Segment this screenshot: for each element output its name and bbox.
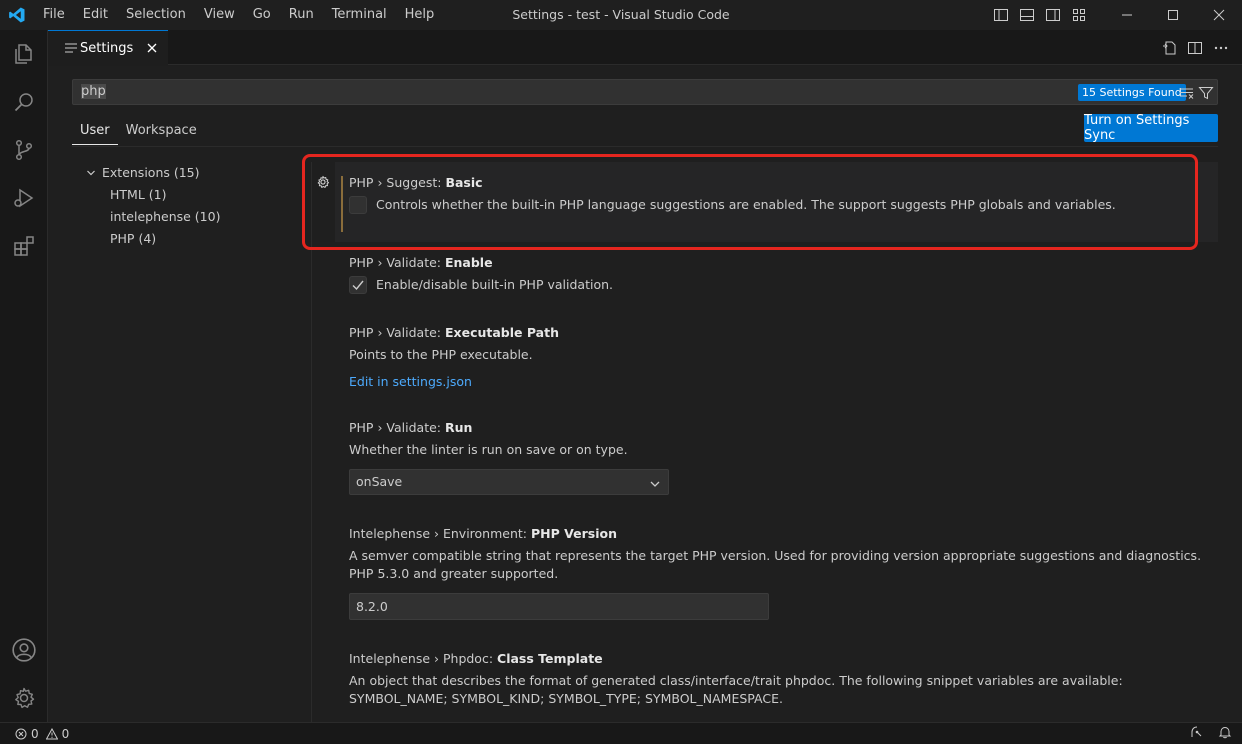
setting-description: Controls whether the built-in PHP langua… — [376, 197, 1116, 212]
notifications-bell-icon[interactable] — [1218, 725, 1232, 739]
error-icon — [14, 727, 28, 741]
filter-icon[interactable] — [1196, 83, 1216, 103]
menu-file[interactable]: File — [34, 0, 74, 30]
toggle-primary-sidebar-icon[interactable] — [988, 0, 1014, 30]
more-actions-icon[interactable] — [1210, 37, 1232, 59]
toggle-secondary-sidebar-icon[interactable] — [1040, 0, 1066, 30]
setting-title: Intelephense › Phpdoc: Class Template — [349, 651, 603, 666]
split-editor-icon[interactable] — [1184, 37, 1206, 59]
open-settings-json-icon[interactable] — [1158, 37, 1180, 59]
close-window-button[interactable] — [1196, 0, 1242, 30]
settings-toc: Extensions (15) HTML (1) intelephense (1… — [72, 162, 302, 250]
accounts-icon[interactable] — [0, 626, 48, 674]
php-version-input[interactable]: 8.2.0 — [349, 593, 769, 620]
setting-title: PHP › Validate: Enable — [349, 255, 493, 270]
settings-list: PHP › Suggest: Basic Controls whether th… — [317, 162, 1218, 722]
problems-status[interactable]: 0 0 — [14, 727, 69, 741]
status-bar: 0 0 — [0, 722, 1242, 744]
search-query: php — [81, 84, 106, 99]
title-bar: File Edit Selection View Go Run Terminal… — [0, 0, 1242, 30]
setting-description: Enable/disable built-in PHP validation. — [376, 277, 613, 292]
error-count: 0 — [31, 726, 39, 741]
setting-intelephense-class-template: Intelephense › Phpdoc: Class Template An… — [335, 638, 1218, 722]
toc-html[interactable]: HTML (1) — [72, 184, 302, 206]
menu-help[interactable]: Help — [396, 0, 444, 30]
select-value: onSave — [356, 474, 403, 489]
run-debug-icon[interactable] — [0, 174, 48, 222]
activity-bar — [0, 30, 48, 722]
settings-sync-button[interactable]: Turn on Settings Sync — [1084, 113, 1218, 143]
setting-description: Points to the PHP executable. — [349, 347, 533, 362]
menu-run[interactable]: Run — [280, 0, 323, 30]
editor-tab-bar: Settings — [48, 30, 1242, 65]
setting-php-validate-executable-path: PHP › Validate: Executable Path Points t… — [335, 312, 1218, 407]
settings-editor: php 15 Settings Found User Workspace Tur… — [48, 66, 1242, 722]
customize-layout-icon[interactable] — [1066, 0, 1092, 30]
tab-settings[interactable]: Settings — [48, 30, 168, 65]
minimize-button[interactable] — [1104, 0, 1150, 30]
chevron-down-icon — [648, 475, 662, 489]
toc-sash[interactable] — [311, 162, 312, 722]
edit-in-settings-json-link[interactable]: Edit in settings.json — [349, 374, 1204, 389]
menu-terminal[interactable]: Terminal — [323, 0, 396, 30]
header-divider — [72, 146, 1218, 147]
tab-workspace[interactable]: Workspace — [118, 119, 205, 145]
extensions-icon[interactable] — [0, 222, 48, 270]
manage-gear-icon[interactable] — [0, 674, 48, 722]
toggle-panel-icon[interactable] — [1014, 0, 1040, 30]
toc-php[interactable]: PHP (4) — [72, 228, 302, 250]
results-count-badge: 15 Settings Found — [1078, 84, 1186, 101]
menu-selection[interactable]: Selection — [117, 0, 195, 30]
search-icon[interactable] — [0, 78, 48, 126]
setting-description: Whether the linter is run on save or on … — [349, 442, 628, 457]
php-validate-enable-checkbox[interactable] — [349, 276, 367, 294]
menu-edit[interactable]: Edit — [74, 0, 117, 30]
setting-php-validate-run: PHP › Validate: Run Whether the linter i… — [335, 407, 1218, 513]
setting-php-suggest-basic[interactable]: PHP › Suggest: Basic Controls whether th… — [317, 162, 1218, 242]
explorer-icon[interactable] — [0, 30, 48, 78]
menu-go[interactable]: Go — [244, 0, 280, 30]
setting-title: PHP › Validate: Executable Path — [349, 325, 559, 340]
settings-search-input[interactable]: php 15 Settings Found — [72, 79, 1218, 105]
warning-count: 0 — [61, 726, 70, 741]
modified-indicator — [341, 176, 343, 232]
setting-intelephense-php-version: Intelephense › Environment: PHP Version … — [335, 513, 1218, 638]
broadcast-icon[interactable] — [1190, 725, 1204, 739]
settings-lines-icon — [64, 41, 78, 55]
toc-extensions-label: Extensions (15) — [102, 165, 200, 180]
validate-run-select[interactable]: onSave — [349, 469, 669, 495]
toc-extensions[interactable]: Extensions (15) — [72, 162, 302, 184]
source-control-icon[interactable] — [0, 126, 48, 174]
menu-bar: File Edit Selection View Go Run Terminal… — [34, 0, 443, 30]
toc-intelephense[interactable]: intelephense (10) — [72, 206, 302, 228]
maximize-button[interactable] — [1150, 0, 1196, 30]
vscode-logo-icon — [0, 0, 34, 30]
setting-title: PHP › Validate: Run — [349, 420, 473, 435]
setting-gear-icon[interactable] — [315, 174, 331, 190]
close-tab-icon[interactable] — [144, 40, 160, 56]
setting-title: PHP › Suggest: Basic — [349, 175, 483, 190]
tab-user[interactable]: User — [72, 119, 118, 145]
warning-icon — [45, 727, 59, 741]
tab-label: Settings — [80, 40, 134, 56]
php-suggest-basic-checkbox[interactable] — [349, 196, 367, 214]
setting-description: An object that describes the format of g… — [349, 673, 1123, 706]
setting-php-validate-enable: PHP › Validate: Enable Enable/disable bu… — [335, 242, 1218, 312]
setting-title: Intelephense › Environment: PHP Version — [349, 526, 617, 541]
settings-scope-tabs: User Workspace — [72, 119, 205, 145]
clear-filter-icon[interactable] — [1177, 83, 1197, 103]
checkmark-icon — [352, 280, 364, 291]
chevron-down-icon — [86, 168, 100, 178]
menu-view[interactable]: View — [195, 0, 244, 30]
setting-description: A semver compatible string that represen… — [349, 548, 1202, 581]
